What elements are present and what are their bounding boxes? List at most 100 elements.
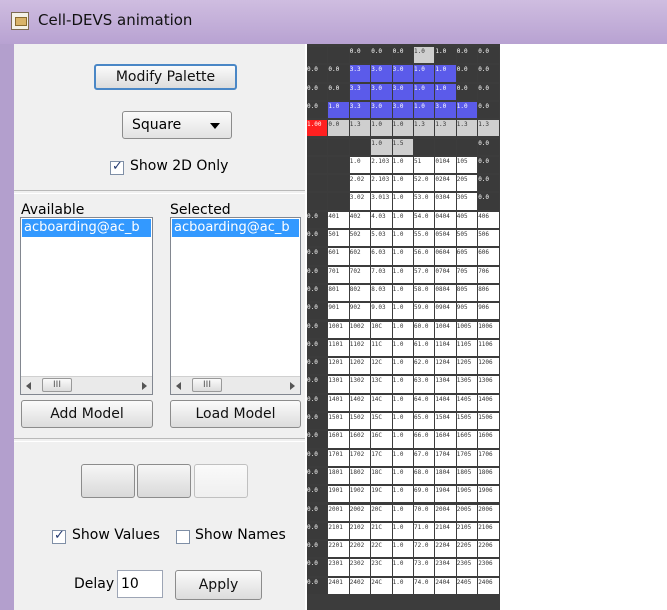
grid-cell: 1.0 [392, 358, 413, 375]
scroll-thumb[interactable]: III [42, 378, 72, 392]
grid-cell: 3.0 [392, 83, 413, 100]
grid-cell: 1801 [328, 467, 349, 485]
show-names-checkbox[interactable] [176, 530, 190, 544]
grid-cell: 2405 [456, 577, 478, 594]
scroll-thumb[interactable]: III [192, 378, 222, 392]
grid-cell: 18C [371, 467, 392, 485]
grid-cell: 0.0 [456, 47, 478, 64]
grid-cell: 6.03 [371, 248, 392, 265]
grid-cell [414, 138, 435, 155]
grid-cell: 1204 [435, 358, 456, 375]
playback-button-3[interactable] [194, 464, 248, 498]
grid-cell: 0.0 [478, 47, 499, 64]
grid-cell: 2304 [435, 559, 456, 576]
grid-cell [307, 175, 328, 192]
grid-cell: 1.0 [392, 211, 413, 228]
scroll-right-icon[interactable] [290, 382, 295, 390]
grid-cell: 1301 [328, 376, 349, 393]
grid-cell: 57.0 [414, 266, 435, 283]
grid-cell: 3.0 [392, 101, 413, 119]
grid-cell: 1.0 [414, 83, 435, 100]
modify-palette-button[interactable]: Modify Palette [94, 64, 237, 90]
grid-cell: 602 [349, 248, 371, 265]
app-window-icon[interactable] [11, 12, 29, 30]
show-values-label[interactable]: Show Values [72, 527, 160, 543]
delay-input[interactable]: 10 [117, 570, 163, 598]
grid-cell: 606 [478, 248, 499, 265]
cell-devs-window: Cell-DEVS animation Modify Palette Squar… [0, 0, 667, 610]
grid-cell: 1902 [349, 486, 371, 503]
shape-select[interactable]: Square [122, 111, 232, 139]
grid-cell: 16C [371, 431, 392, 448]
grid-cell [307, 138, 328, 155]
scroll-left-icon[interactable] [26, 382, 31, 390]
grid-cell: 1.0 [392, 559, 413, 576]
grid-cell: 60.0 [414, 321, 435, 338]
grid-cell: 0.0 [478, 193, 499, 210]
grid-cell: 0.0 [307, 266, 328, 283]
cell-grid-canvas[interactable]: 0.0 0.0 0.0 1.0 1.0 0.0 0.0 0.0 0.0 3.3 3.0 3.0 1.0 1… [307, 44, 500, 610]
grid-cell: 52.0 [414, 175, 435, 192]
grid-cell: 1505 [456, 413, 478, 430]
apply-button[interactable]: Apply [175, 570, 262, 600]
grid-cell [307, 156, 328, 174]
grid-cell: 806 [478, 284, 499, 302]
grid-cell: 0.0 [307, 230, 328, 247]
available-models-list[interactable]: acboarding@ac_b III [20, 217, 153, 395]
grid-cell: 2305 [456, 559, 478, 576]
show-2d-only-checkbox[interactable] [110, 159, 124, 175]
scroll-right-icon[interactable] [142, 382, 147, 390]
grid-cell: 0.0 [478, 83, 499, 100]
grid-cell: 74.0 [414, 577, 435, 594]
grid-cell: 62.0 [414, 358, 435, 375]
grid-cell: 0.0 [307, 358, 328, 375]
grid-cell: 53.0 [414, 193, 435, 210]
grid-cell: 0.0 [349, 47, 371, 64]
grid-cell: 0.0 [307, 211, 328, 228]
grid-cell: 0.0 [478, 65, 499, 82]
horizontal-scrollbar[interactable]: III [21, 376, 152, 394]
control-panel: Modify Palette Square Show 2D Only Avail… [14, 44, 305, 610]
grid-cell: 1106 [478, 339, 499, 357]
grid-cell: 1604 [435, 431, 456, 448]
grid-cell: 305 [456, 193, 478, 210]
grid-cell: 3.0 [371, 83, 392, 100]
grid-cell: 69.0 [414, 486, 435, 503]
grid-cell: 1.0 [392, 175, 413, 192]
selected-models-list[interactable]: acboarding@ac_b III [170, 217, 301, 395]
grid-cell: 3.3 [349, 65, 371, 82]
grid-cell: 801 [328, 284, 349, 302]
add-model-label: Add Model [50, 406, 124, 422]
grid-cell: 1606 [478, 431, 499, 448]
horizontal-scrollbar[interactable]: III [171, 376, 300, 394]
grid-cell: 205 [456, 175, 478, 192]
grid-cell: 0604 [435, 248, 456, 265]
grid-cell: 3.0 [392, 65, 413, 82]
list-item[interactable]: acboarding@ac_b [172, 219, 299, 237]
grid-cell: 66.0 [414, 431, 435, 448]
grid-cell: 1205 [456, 358, 478, 375]
grid-cell: 1.0 [392, 449, 413, 466]
grid-cell: 23C [371, 559, 392, 576]
grid-cell: 12C [371, 358, 392, 375]
add-model-button[interactable]: Add Model [21, 400, 153, 428]
playback-button-1[interactable] [81, 464, 135, 498]
playback-button-2[interactable] [137, 464, 191, 498]
show-2d-only-label[interactable]: Show 2D Only [130, 158, 228, 174]
scroll-left-icon[interactable] [176, 382, 181, 390]
grid-cell: 1304 [435, 376, 456, 393]
list-item[interactable]: acboarding@ac_b [22, 219, 151, 237]
grid-cell: 67.0 [414, 449, 435, 466]
grid-cell: 2301 [328, 559, 349, 576]
grid-cell: 2006 [478, 504, 499, 521]
show-names-label[interactable]: Show Names [195, 527, 286, 543]
load-model-button[interactable]: Load Model [170, 400, 301, 428]
grid-cell: 1602 [349, 431, 371, 448]
selected-label: Selected [170, 202, 231, 218]
load-model-label: Load Model [195, 406, 276, 422]
grid-cell: 1804 [435, 467, 456, 485]
title-bar[interactable]: Cell-DEVS animation [0, 0, 667, 44]
show-values-checkbox[interactable] [52, 528, 66, 544]
grid-cell: 0.0 [307, 486, 328, 503]
grid-cell: 105 [456, 156, 478, 174]
